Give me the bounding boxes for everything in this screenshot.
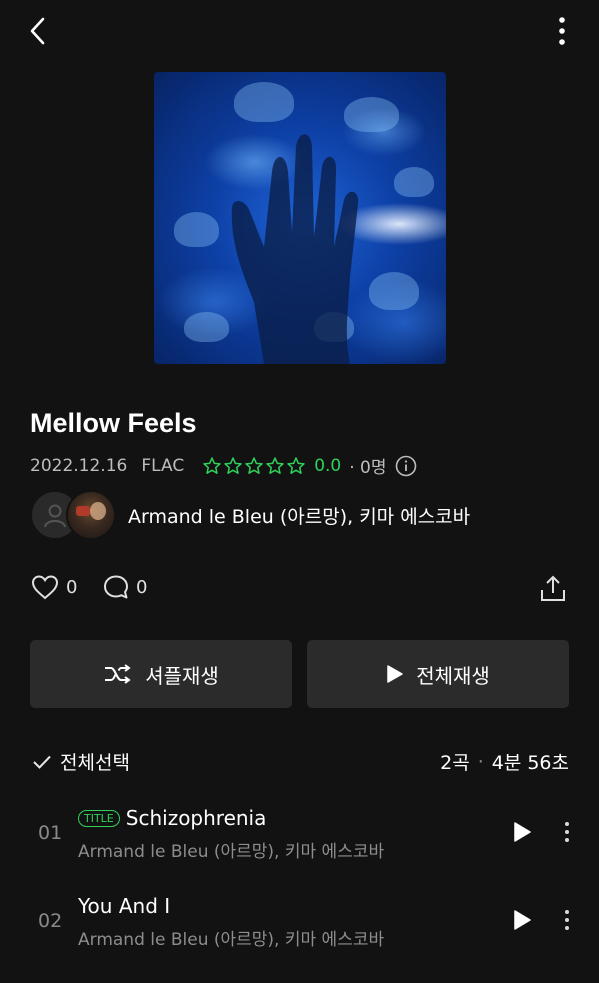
back-icon (30, 17, 45, 45)
track-title-row: You And I (78, 894, 170, 918)
heart-icon (31, 575, 59, 600)
title-track-badge: TITLE (78, 809, 120, 827)
play-icon[interactable] (510, 820, 534, 844)
star-outline-icon (224, 456, 242, 474)
play-icon (387, 665, 403, 683)
select-all-button[interactable]: 전체선택 (32, 748, 130, 775)
track-number: 02 (38, 910, 63, 932)
track-artist[interactable]: Armand le Bleu (아르망), 키마 에스코바 (78, 925, 384, 950)
rating-stars[interactable] (202, 456, 306, 476)
play-all-button[interactable]: 전체재생 (307, 640, 569, 708)
track-title: Schizophrenia (125, 806, 267, 830)
star-outline-icon (287, 456, 305, 474)
share-icon (541, 575, 565, 601)
comment-icon (104, 575, 128, 599)
track-artist[interactable]: Armand le Bleu (아르망), 키마 에스코바 (78, 837, 384, 862)
audio-format: FLAC (141, 455, 185, 476)
shuffle-icon (105, 664, 131, 684)
shuffle-play-button[interactable]: 셔플재생 (30, 640, 292, 708)
star-outline-icon (203, 456, 221, 474)
comment-button[interactable]: 0 (102, 573, 147, 601)
play-icon[interactable] (510, 908, 534, 932)
total-duration: 4분 56초 (491, 752, 569, 774)
hand-silhouette (231, 134, 359, 364)
tracklist-summary: 2곡 · 4분 56초 (440, 748, 569, 775)
album-title: Mellow Feels (30, 408, 197, 438)
artist-names[interactable]: Armand le Bleu (아르망), 키마 에스코바 (128, 502, 470, 529)
rating-count: · 0명 (349, 458, 387, 478)
summary-separator: · (477, 750, 484, 773)
like-button[interactable]: 0 (30, 573, 77, 601)
select-all-label: 전체선택 (60, 752, 130, 774)
info-icon[interactable] (395, 455, 417, 477)
rating-value: 0.0 (314, 455, 342, 476)
artist-avatar-photo (66, 490, 116, 540)
star-outline-icon (245, 456, 263, 474)
track-title: You And I (78, 894, 171, 918)
track-row[interactable]: 01 TITLE Schizophrenia Armand le Bleu (아… (0, 792, 599, 872)
more-vertical-icon[interactable] (556, 906, 578, 934)
album-meta: 2022.12.16 FLAC 0.0 · 0명 (30, 453, 417, 478)
more-vertical-icon[interactable] (556, 818, 578, 846)
more-options-button[interactable] (548, 14, 576, 48)
star-outline-icon (266, 456, 284, 474)
track-title-row: TITLE Schizophrenia (78, 806, 266, 830)
track-row[interactable]: 02 You And I Armand le Bleu (아르망), 키마 에스… (0, 880, 599, 960)
play-all-label: 전체재생 (416, 663, 490, 688)
shuffle-play-label: 셔플재생 (145, 663, 219, 688)
like-count: 0 (66, 576, 78, 598)
track-number: 01 (38, 822, 63, 844)
track-count: 2곡 (440, 752, 470, 774)
comment-count: 0 (136, 576, 148, 598)
share-button[interactable] (538, 573, 568, 603)
release-date: 2022.12.16 (30, 455, 128, 476)
album-cover[interactable] (154, 72, 446, 364)
more-vertical-icon (559, 17, 565, 45)
artist-row[interactable]: Armand le Bleu (아르망), 키마 에스코바 (30, 490, 470, 540)
back-button[interactable] (22, 14, 54, 48)
check-icon (33, 755, 51, 769)
